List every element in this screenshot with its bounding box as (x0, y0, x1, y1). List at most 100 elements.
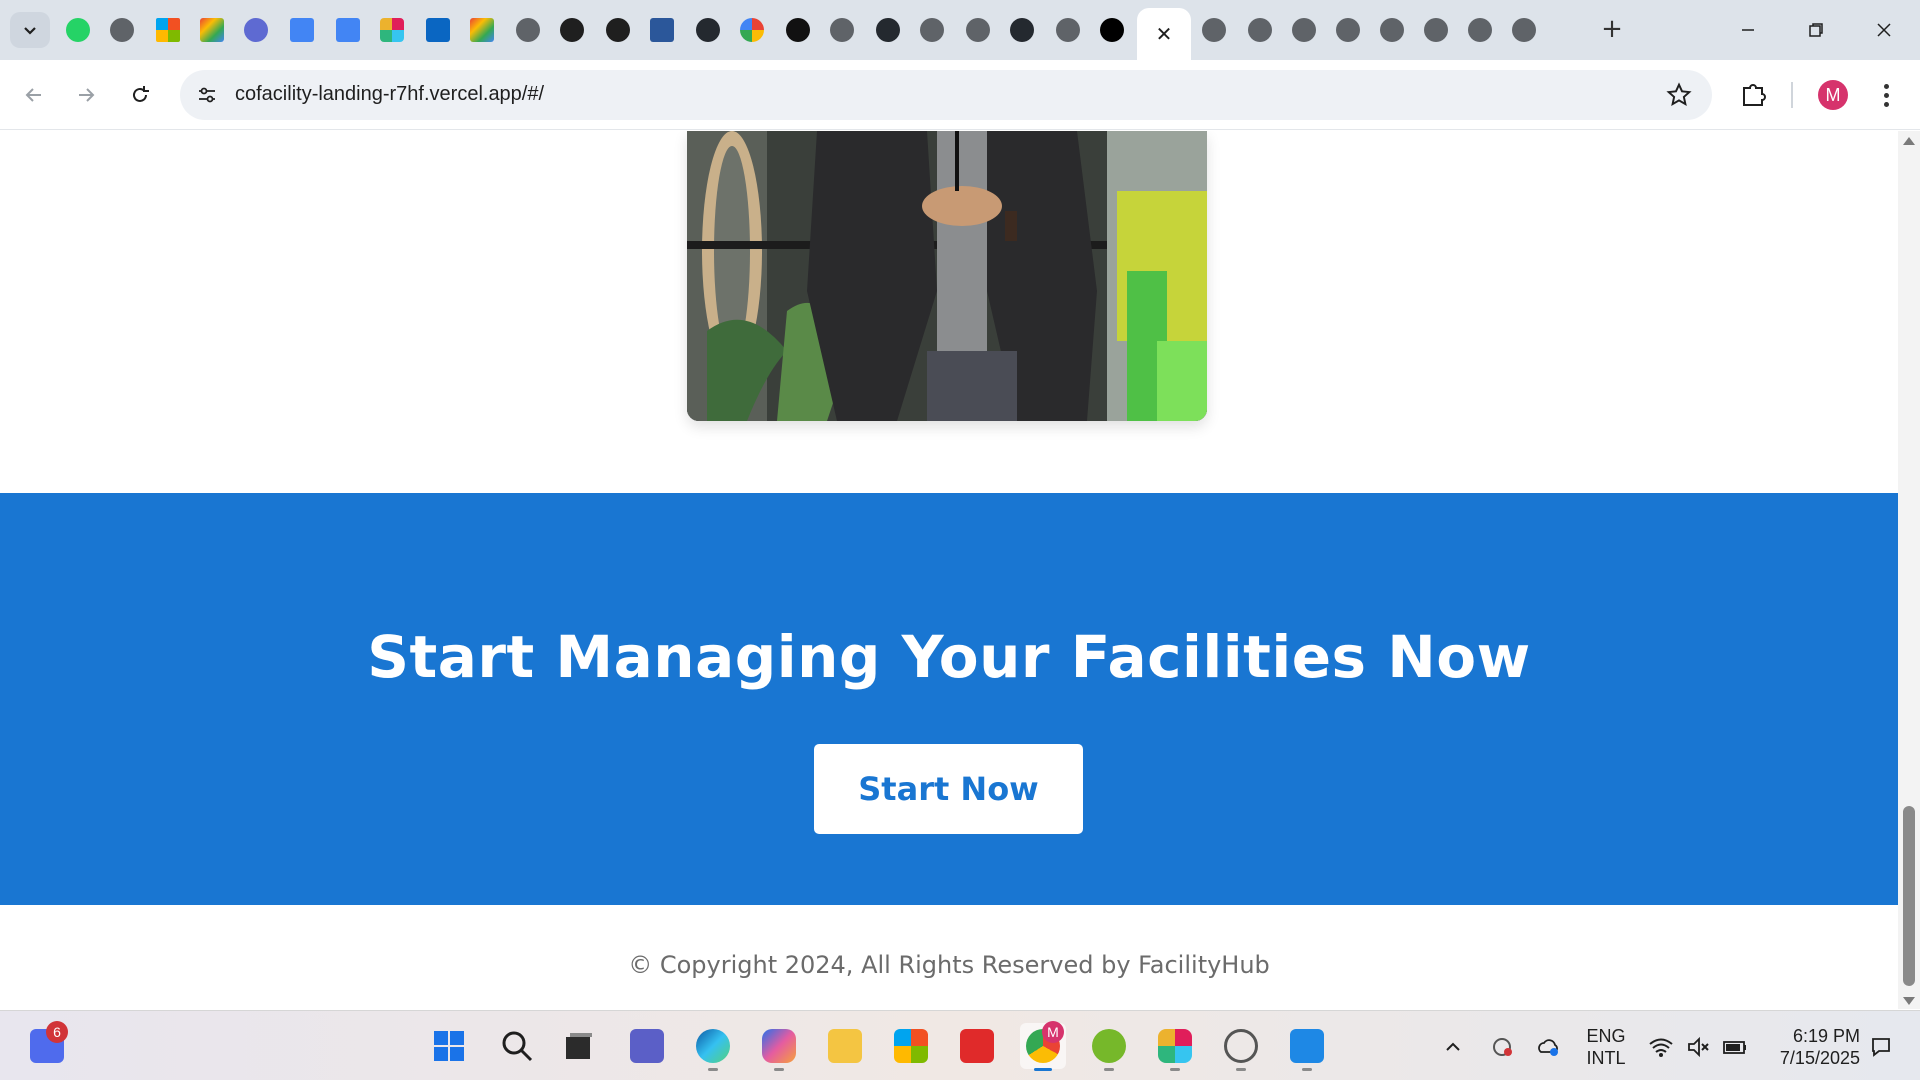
tab-openai[interactable] (776, 10, 820, 50)
openai-icon (786, 18, 810, 42)
profile-avatar[interactable]: M (1818, 80, 1848, 110)
volume-muted-icon[interactable] (1686, 1035, 1712, 1059)
tab-github-2[interactable] (866, 10, 910, 50)
scroll-down-arrow-icon[interactable] (1903, 997, 1915, 1005)
rocket-icon (606, 18, 630, 42)
taskbar-chat-app[interactable]: 6 (24, 1021, 70, 1069)
language-primary: ENG (1586, 1026, 1626, 1046)
new-tab-plus-icon[interactable]: + (1596, 14, 1628, 46)
tab-gmail-2[interactable] (460, 10, 504, 50)
address-url[interactable]: cofacility-landing-r7hf.vercel.app/#/ (235, 83, 544, 106)
tab-globe-4[interactable] (956, 10, 1000, 50)
reload-icon[interactable] (118, 73, 162, 117)
tab-globe-9[interactable] (1326, 10, 1370, 50)
extensions-puzzle-icon[interactable] (1738, 78, 1770, 110)
slack-icon (1158, 1029, 1192, 1063)
page-scrollbar[interactable] (1898, 131, 1920, 1009)
tab-vercel[interactable] (1090, 10, 1134, 50)
tab-github-3[interactable] (1000, 10, 1044, 50)
tab-globe-3[interactable] (910, 10, 954, 50)
tab-globe-5[interactable] (1046, 10, 1090, 50)
tab-globe-7[interactable] (1238, 10, 1282, 50)
tab-linkedin[interactable] (416, 10, 460, 50)
address-bar[interactable]: cofacility-landing-r7hf.vercel.app/#/ (180, 70, 1712, 120)
tab-slack-1[interactable] (370, 10, 414, 50)
folder-icon (828, 1029, 862, 1063)
taskbar-slack[interactable] (1152, 1023, 1198, 1071)
tab-rocket-2[interactable] (596, 10, 640, 50)
scrollbar-thumb[interactable] (1903, 806, 1915, 986)
tab-active[interactable]: ✕ (1137, 8, 1191, 60)
restore-icon[interactable] (1788, 10, 1844, 50)
tab-word[interactable] (640, 10, 684, 50)
tray-app-icon[interactable] (1490, 1035, 1516, 1059)
google-docs-icon (290, 18, 314, 42)
tab-chrome-generic[interactable] (820, 10, 864, 50)
battery-icon[interactable] (1722, 1035, 1748, 1059)
language-secondary: INTL (1586, 1048, 1626, 1068)
edge-icon (696, 1029, 730, 1063)
taskbar-wps[interactable] (954, 1023, 1000, 1069)
taskbar-file-explorer[interactable] (822, 1023, 868, 1069)
tab-whatsapp[interactable] (56, 10, 100, 50)
taskbar-openai[interactable] (1218, 1023, 1264, 1071)
bookmark-star-icon[interactable] (1666, 82, 1692, 108)
active-indicator (1034, 1068, 1052, 1071)
tab-globe-2[interactable] (506, 10, 550, 50)
input-language-indicator[interactable]: ENG INTL (1578, 1025, 1634, 1069)
show-hidden-icons-chevron-icon[interactable] (1440, 1035, 1466, 1059)
taskbar-edge[interactable] (690, 1023, 736, 1071)
globe-icon (1292, 18, 1316, 42)
team-member-photo (687, 131, 1207, 421)
tab-rocket-1[interactable] (550, 10, 594, 50)
tab-gmail-1[interactable] (190, 10, 234, 50)
taskbar-vscode[interactable] (1284, 1023, 1330, 1071)
tab-globe-8[interactable] (1282, 10, 1326, 50)
globe-icon (920, 18, 944, 42)
cta-banner: Start Managing Your Facilities Now Start… (0, 493, 1898, 905)
back-arrow-icon[interactable] (12, 73, 56, 117)
tab-globe-12[interactable] (1458, 10, 1502, 50)
tab-globe-13[interactable] (1502, 10, 1546, 50)
minimize-icon[interactable] (1720, 10, 1776, 50)
system-clock[interactable]: 6:19 PM 7/15/2025 (1760, 1025, 1860, 1069)
taskbar-utorrent[interactable] (1086, 1023, 1132, 1071)
onedrive-cloud-icon[interactable] (1536, 1035, 1562, 1059)
globe-icon (1468, 18, 1492, 42)
chrome-profile-badge: M (1042, 1021, 1064, 1043)
clock-time: 6:19 PM (1792, 1026, 1860, 1046)
tab-google[interactable] (730, 10, 774, 50)
running-indicator (1170, 1068, 1180, 1071)
tab-globe-10[interactable] (1370, 10, 1414, 50)
tab-search-chevron-icon[interactable] (10, 12, 50, 48)
globe-icon (1380, 18, 1404, 42)
forward-arrow-icon[interactable] (64, 73, 108, 117)
globe-icon (1424, 18, 1448, 42)
tab-microsoft[interactable] (146, 10, 190, 50)
taskbar-start[interactable] (426, 1023, 472, 1069)
search-icon (502, 1031, 533, 1062)
taskbar-store[interactable] (888, 1023, 934, 1069)
taskbar-task-view[interactable] (556, 1023, 602, 1069)
window-close-icon[interactable] (1856, 10, 1912, 50)
close-tab-icon[interactable]: ✕ (1156, 24, 1173, 44)
tab-globe-6[interactable] (1192, 10, 1236, 50)
wifi-icon[interactable] (1648, 1035, 1674, 1059)
tab-docs-1[interactable] (280, 10, 324, 50)
site-settings-icon[interactable] (192, 80, 222, 110)
taskbar-copilot[interactable] (756, 1023, 802, 1071)
taskbar-chrome[interactable]: M (1020, 1021, 1066, 1071)
taskbar-search[interactable] (494, 1023, 540, 1069)
start-now-button[interactable]: Start Now (814, 744, 1083, 834)
browser-menu-icon[interactable] (1876, 78, 1896, 112)
tab-globe-1[interactable] (100, 10, 144, 50)
notifications-icon[interactable] (1868, 1035, 1894, 1059)
scroll-up-arrow-icon[interactable] (1903, 137, 1915, 145)
tab-docs-2[interactable] (326, 10, 370, 50)
openai-icon (1224, 1029, 1258, 1063)
tab-globe-11[interactable] (1414, 10, 1458, 50)
tab-github-1[interactable] (686, 10, 730, 50)
word-icon (650, 18, 674, 42)
taskbar-teams[interactable] (624, 1023, 670, 1069)
tab-linear[interactable] (234, 10, 278, 50)
